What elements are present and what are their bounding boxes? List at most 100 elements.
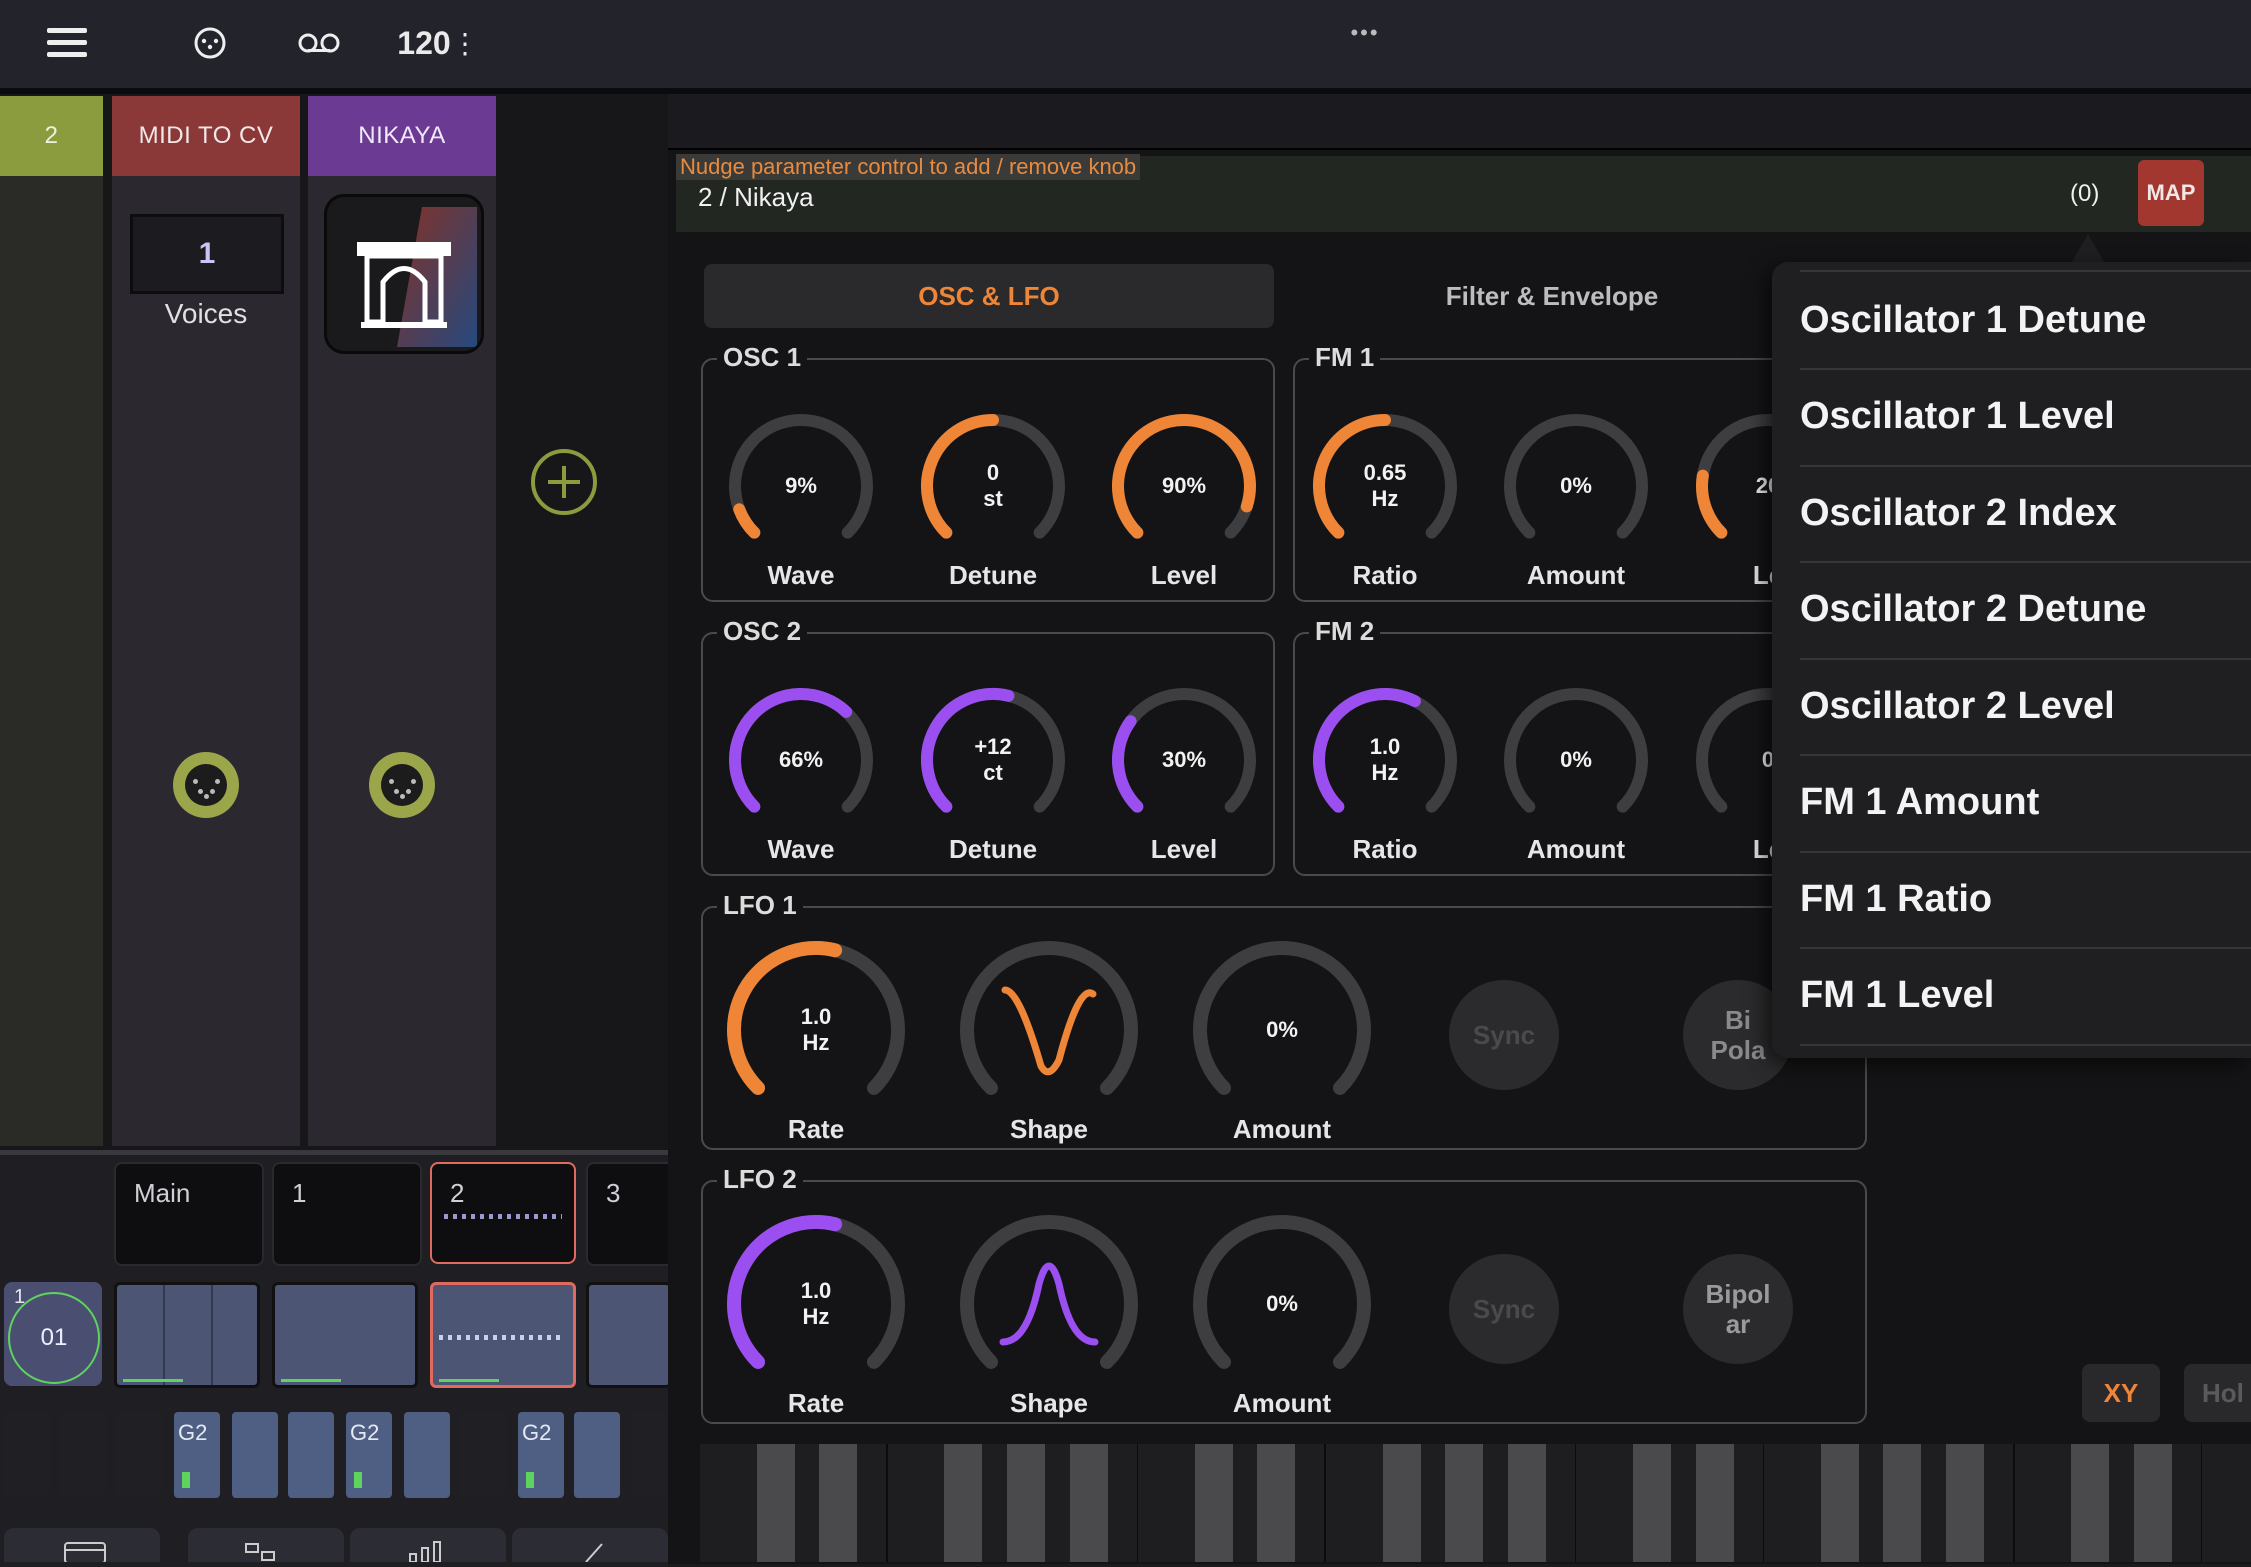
scene-2[interactable]: 2 xyxy=(430,1162,576,1264)
step-key[interactable] xyxy=(632,1412,668,1498)
piano-black-key[interactable] xyxy=(1507,1444,1546,1562)
knob-lfo1-amount[interactable]: 0% Amount xyxy=(1187,938,1377,1144)
step-key-note[interactable]: G2 xyxy=(174,1412,220,1498)
knob-lfo2-shape[interactable]: Shape xyxy=(954,1212,1144,1418)
knob-osc1-detune[interactable]: 0st Detune xyxy=(913,406,1073,590)
piano-white-key[interactable] xyxy=(1764,1444,1828,1562)
xy-button[interactable]: XY xyxy=(2082,1364,2160,1422)
track-header[interactable]: 2 xyxy=(0,96,103,176)
knob-lfo2-amount[interactable]: 0% Amount xyxy=(1187,1212,1377,1418)
voices-field[interactable]: 1 xyxy=(130,214,284,294)
edit-button[interactable] xyxy=(512,1528,668,1562)
piano-black-key[interactable] xyxy=(819,1444,858,1562)
dropdown-item[interactable]: Oscillator 1 Detune xyxy=(1800,272,2251,370)
clip-cell[interactable] xyxy=(586,1282,671,1388)
piano-white-key[interactable] xyxy=(1576,1444,1640,1562)
add-track-icon[interactable] xyxy=(530,448,598,516)
piano-white-key[interactable] xyxy=(700,1444,763,1562)
midi-connection-icon[interactable] xyxy=(188,18,232,68)
hold-button[interactable]: Hol xyxy=(2184,1364,2251,1422)
dropdown-item[interactable]: Oscillator 2 Level xyxy=(1800,658,2251,756)
dropdown-item[interactable]: Oscillator 2 Detune xyxy=(1800,562,2251,660)
midi-port-icon[interactable] xyxy=(173,752,239,818)
piano-black-key[interactable] xyxy=(1257,1444,1296,1562)
scene-1[interactable]: 1 xyxy=(272,1162,422,1266)
piano-keyboard[interactable] xyxy=(700,1444,2251,1562)
step-key[interactable] xyxy=(288,1412,334,1498)
piano-black-key[interactable] xyxy=(756,1444,795,1562)
view-mode-button[interactable] xyxy=(4,1528,160,1562)
lfo1-sync-button[interactable]: Sync xyxy=(1449,980,1559,1090)
piano-black-key[interactable] xyxy=(944,1444,983,1562)
knob-lfo2-rate[interactable]: 1.0 Hz Rate xyxy=(721,1212,911,1418)
piano-white-key[interactable] xyxy=(1326,1444,1389,1562)
knob-fm2-amount[interactable]: 0% Amount xyxy=(1496,680,1656,864)
piano-white-key[interactable] xyxy=(1138,1444,1202,1562)
clip-cell[interactable] xyxy=(272,1282,418,1388)
piano-black-key[interactable] xyxy=(1946,1444,1984,1562)
piano-black-key[interactable] xyxy=(1382,1444,1421,1562)
dropdown-item[interactable]: Oscillator 1 Level xyxy=(1800,369,2251,467)
nikaya-plugin-icon[interactable] xyxy=(324,194,484,354)
loop-record-icon[interactable] xyxy=(296,18,342,68)
hamburger-menu-icon[interactable] xyxy=(42,18,92,68)
dropdown-item[interactable]: FM 1 Amount xyxy=(1800,755,2251,853)
dropdown-item[interactable]: FM 1 Level xyxy=(1800,948,2251,1046)
track-nikaya[interactable]: NIKAYA xyxy=(308,96,496,1146)
playhead-counter[interactable]: 1 01 xyxy=(4,1282,102,1386)
more-options-icon[interactable]: ••• xyxy=(1340,8,1390,58)
step-key[interactable] xyxy=(404,1412,450,1498)
tab-osc-lfo[interactable]: OSC & LFO xyxy=(704,264,1274,328)
knob-osc1-level[interactable]: 90% Level xyxy=(1104,406,1264,590)
track-2[interactable]: 2 xyxy=(0,96,103,1146)
dropdown-item[interactable]: Oscillator 2 Index xyxy=(1800,465,2251,563)
clip-cell[interactable] xyxy=(114,1282,260,1388)
knob-lfo1-shape[interactable]: Shape xyxy=(954,938,1144,1144)
knob-osc2-level[interactable]: 30% Level xyxy=(1104,680,1264,864)
scene-3[interactable]: 3 xyxy=(586,1162,670,1266)
tab-filter-envelope[interactable]: Filter & Envelope xyxy=(1282,264,1822,328)
clip-cell-selected[interactable] xyxy=(430,1282,576,1388)
lfo2-bipolar-button[interactable]: Bipol ar xyxy=(1683,1254,1793,1364)
step-key[interactable] xyxy=(574,1412,620,1498)
tempo-display[interactable]: 120 xyxy=(394,18,454,68)
step-key[interactable] xyxy=(460,1412,506,1498)
piano-black-key[interactable] xyxy=(1883,1444,1922,1562)
map-button[interactable]: MAP xyxy=(2138,160,2204,226)
knob-osc1-wave[interactable]: 9% Wave xyxy=(721,406,881,590)
track-midi-to-cv[interactable]: MIDI TO CV 1 Voices xyxy=(112,96,300,1146)
piano-black-key[interactable] xyxy=(1007,1444,1045,1562)
knob-lfo1-rate[interactable]: 1.0 Hz Rate xyxy=(721,938,911,1144)
piano-white-key[interactable] xyxy=(887,1444,951,1562)
mixer-button[interactable] xyxy=(350,1528,506,1562)
tempo-menu-icon[interactable]: ⋮ xyxy=(451,18,479,68)
piano-black-key[interactable] xyxy=(1445,1444,1484,1562)
step-key-note[interactable]: G2 xyxy=(518,1412,564,1498)
track-header[interactable]: NIKAYA xyxy=(308,96,496,176)
step-key[interactable] xyxy=(60,1412,106,1498)
midi-port-icon[interactable] xyxy=(369,752,435,818)
piano-white-key[interactable] xyxy=(2014,1444,2078,1562)
piano-white-key[interactable] xyxy=(2202,1444,2251,1562)
piano-black-key[interactable] xyxy=(2133,1444,2172,1562)
scene-main[interactable]: Main xyxy=(114,1162,264,1266)
lfo2-sync-button[interactable]: Sync xyxy=(1449,1254,1559,1364)
dropdown-item[interactable]: FM 1 Ratio xyxy=(1800,851,2251,949)
knob-fm2-ratio[interactable]: 1.0 Hz Ratio xyxy=(1305,680,1465,864)
track-header[interactable]: MIDI TO CV xyxy=(112,96,300,176)
piano-black-key[interactable] xyxy=(1820,1444,1859,1562)
step-key[interactable] xyxy=(116,1412,162,1498)
piano-black-key[interactable] xyxy=(1695,1444,1734,1562)
piano-black-key[interactable] xyxy=(1194,1444,1233,1562)
step-key[interactable] xyxy=(232,1412,278,1498)
knob-fm1-ratio[interactable]: 0.65 Hz Ratio xyxy=(1305,406,1465,590)
routing-button[interactable] xyxy=(188,1528,344,1562)
piano-black-key[interactable] xyxy=(1069,1444,1108,1562)
knob-osc2-wave[interactable]: 66% Wave xyxy=(721,680,881,864)
step-key-note[interactable]: G2 xyxy=(346,1412,392,1498)
step-key[interactable] xyxy=(4,1412,50,1498)
piano-black-key[interactable] xyxy=(2071,1444,2110,1562)
piano-black-key[interactable] xyxy=(1633,1444,1671,1562)
knob-fm1-amount[interactable]: 0% Amount xyxy=(1496,406,1656,590)
knob-osc2-detune[interactable]: +12 ct Detune xyxy=(913,680,1073,864)
